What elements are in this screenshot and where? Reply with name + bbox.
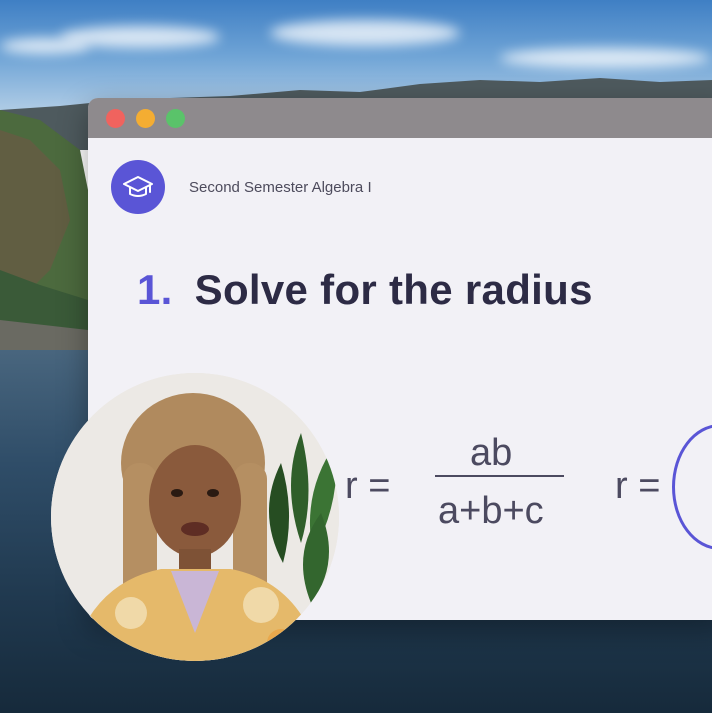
fraction-bar [435, 475, 564, 477]
course-title: Second Semester Algebra I [189, 179, 372, 196]
cloud [0, 38, 90, 54]
question-number: 1. [137, 266, 173, 313]
question-heading: 1. Solve for the radius [137, 266, 593, 314]
question-text: Solve for the radius [194, 266, 593, 313]
presenter-webcam [51, 373, 339, 661]
cloud [500, 48, 710, 68]
second-equation-lhs: r = [615, 465, 661, 507]
highlight-circle [672, 424, 712, 550]
equation-numerator: ab [470, 432, 513, 474]
graduation-cap-icon [111, 160, 165, 214]
cloud [270, 20, 460, 46]
equation-denominator: a+b+c [438, 490, 544, 532]
equation-lhs: r = [345, 465, 391, 507]
presenter-video [51, 373, 339, 661]
close-window-button[interactable] [106, 109, 125, 128]
minimize-window-button[interactable] [136, 109, 155, 128]
maximize-window-button[interactable] [166, 109, 185, 128]
window-titlebar [88, 98, 712, 138]
